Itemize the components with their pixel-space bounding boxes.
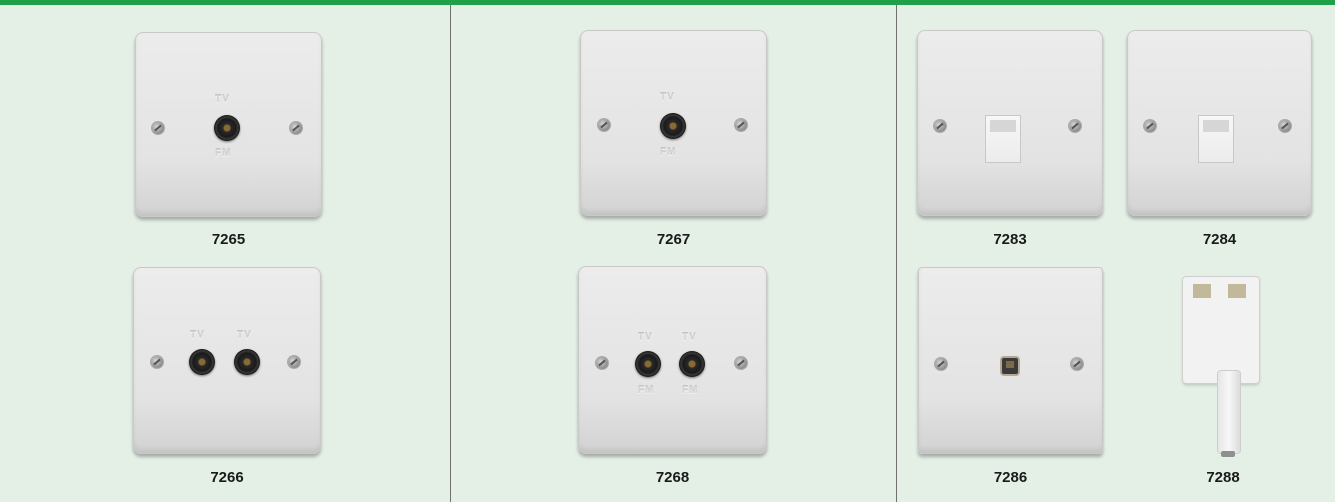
screw-icon <box>1069 120 1081 132</box>
product-code: 7267 <box>656 231 691 248</box>
screw-icon <box>934 120 946 132</box>
screw-icon <box>1071 358 1083 370</box>
product-code: 7286 <box>993 469 1028 486</box>
column-divider <box>896 5 897 502</box>
socket-plate: TV FM <box>135 32 322 217</box>
product-code: 7266 <box>210 469 244 486</box>
port-label: TV <box>660 92 675 103</box>
product-7267[interactable]: TV FM 7267 <box>580 30 767 252</box>
product-code: 7288 <box>1206 469 1240 486</box>
product-code: 7265 <box>211 231 246 248</box>
coax-socket-icon <box>660 113 686 139</box>
coax-socket-icon <box>635 351 661 377</box>
screw-icon <box>935 358 947 370</box>
product-7265[interactable]: TV FM 7265 <box>135 32 322 252</box>
socket-plate <box>1127 30 1312 216</box>
accent-bar <box>0 0 1335 5</box>
port-label: TV <box>237 330 252 341</box>
coax-socket-icon <box>679 351 705 377</box>
phone-jack-icon <box>1002 358 1018 374</box>
screw-icon <box>290 122 302 134</box>
screw-icon <box>151 356 163 368</box>
coax-socket-icon <box>189 349 215 375</box>
screw-icon <box>735 357 747 369</box>
screw-icon <box>735 119 747 131</box>
port-label: TV <box>215 94 230 105</box>
product-7284[interactable]: 7284 <box>1127 30 1312 252</box>
plug-tip-icon <box>1221 451 1235 457</box>
port-label: FM <box>682 385 699 396</box>
adapter-port-icon <box>1228 284 1246 298</box>
data-port-icon <box>1199 116 1233 162</box>
product-7283[interactable]: 7283 <box>917 30 1103 252</box>
product-code: 7284 <box>1202 231 1237 248</box>
socket-plate: TV FM <box>580 30 767 216</box>
port-label: FM <box>638 385 655 396</box>
adapter-plug <box>1218 371 1240 453</box>
adapter-body <box>1183 277 1259 383</box>
product-code: 7268 <box>655 469 690 486</box>
product-7268[interactable]: TV TV FM FM 7268 <box>578 266 767 490</box>
data-port-icon <box>986 116 1020 162</box>
screw-icon <box>288 356 300 368</box>
socket-plate <box>918 267 1103 454</box>
screw-icon <box>596 357 608 369</box>
column-divider <box>450 5 451 502</box>
adapter-port-icon <box>1193 284 1211 298</box>
coax-socket-icon <box>214 115 240 141</box>
socket-plate <box>917 30 1103 216</box>
product-7286[interactable]: 7286 <box>918 267 1103 490</box>
screw-icon <box>1144 120 1156 132</box>
coax-socket-icon <box>234 349 260 375</box>
port-label: FM <box>215 148 232 159</box>
screw-icon <box>598 119 610 131</box>
screw-icon <box>152 122 164 134</box>
port-label: TV <box>682 332 697 343</box>
screw-icon <box>1279 120 1291 132</box>
socket-plate: TV TV <box>133 267 321 454</box>
port-label: TV <box>638 332 653 343</box>
port-label: FM <box>660 147 677 158</box>
port-label: TV <box>190 330 205 341</box>
product-7288[interactable]: 7288 <box>1180 275 1266 490</box>
socket-plate: TV TV FM FM <box>578 266 767 454</box>
product-code: 7283 <box>993 231 1027 248</box>
product-7266[interactable]: TV TV 7266 <box>133 267 321 489</box>
